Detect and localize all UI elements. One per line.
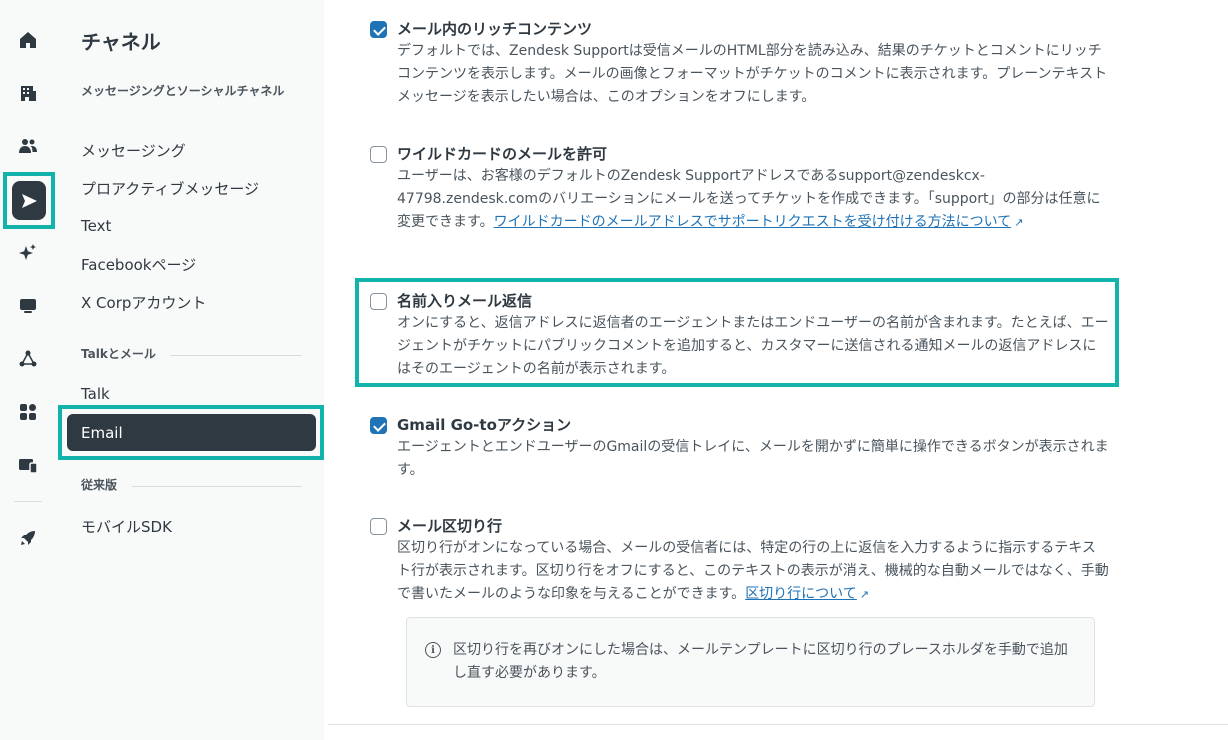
mail-delimiter-checkbox[interactable] xyxy=(370,518,387,535)
rail-divider xyxy=(14,501,42,502)
workspace-icon[interactable] xyxy=(8,286,48,326)
nav-item-email-label: Email xyxy=(67,414,316,451)
named-reply-checkbox[interactable] xyxy=(370,293,387,310)
nav-item-text[interactable]: Text xyxy=(81,217,111,235)
option-title: 名前入りメール返信 xyxy=(397,292,533,310)
nav-section-legacy: 従来版 xyxy=(81,478,118,492)
nav-item-talk[interactable]: Talk xyxy=(81,385,110,403)
nav-item-messaging[interactable]: メッセージング xyxy=(81,140,186,161)
option-title: メール内のリッチコンテンツ xyxy=(397,20,593,38)
building-icon[interactable] xyxy=(8,73,48,113)
nav-section-talk-email: Talkとメール xyxy=(81,347,156,361)
apps-icon[interactable] xyxy=(8,392,48,432)
delimiter-info-box: i 区切り行を再びオンにした場合は、メールテンプレートに区切り行のプレースホルダ… xyxy=(406,617,1095,707)
option-description: エージェントとエンドユーザーのGmailの受信トレイに、メールを開かずに簡単に操… xyxy=(397,439,1109,478)
nav-item-facebook[interactable]: Facebookページ xyxy=(81,254,196,275)
nav-item-mobile-sdk[interactable]: モバイルSDK xyxy=(81,516,172,537)
option-title: メール区切り行 xyxy=(397,517,503,535)
section-divider xyxy=(170,355,302,356)
option-description: 区切り行がオンになっている場合、メールの受信者には、特定の行の上に返信を入力する… xyxy=(397,537,1109,606)
sparkle-icon[interactable] xyxy=(8,233,48,273)
external-link-icon: ↗ xyxy=(859,588,869,601)
nav-title: チャネル xyxy=(81,30,161,54)
wildcard-email-checkbox[interactable] xyxy=(370,146,387,163)
info-icon: i xyxy=(425,642,441,658)
nav-item-email[interactable]: Email xyxy=(58,405,324,460)
gmail-goto-checkbox[interactable] xyxy=(370,417,387,434)
nav-item-x-corp[interactable]: X Corpアカウント xyxy=(81,292,206,313)
channels-icon xyxy=(12,181,46,220)
wildcard-help-link[interactable]: ワイルドカードのメールアドレスでサポートリクエストを受け付ける方法について xyxy=(494,214,1012,230)
option-title: Gmail Go-toアクション xyxy=(397,416,572,434)
option-description: ユーザーは、お客様のデフォルトのZendesk Supportアドレスであるsu… xyxy=(397,165,1109,234)
rocket-icon[interactable] xyxy=(8,518,48,558)
option-description: デフォルトでは、Zendesk Supportは受信メールのHTML部分を読み込… xyxy=(397,43,1108,105)
nav-section-messaging: メッセージングとソーシャルチャネル xyxy=(81,84,285,98)
option-description: オンにすると、返信アドレスに返信者のエージェントまたはエンドユーザーの名前が含ま… xyxy=(397,315,1109,377)
home-icon[interactable] xyxy=(8,20,48,60)
option-title: ワイルドカードのメールを許可 xyxy=(397,145,608,163)
devices-icon[interactable] xyxy=(8,445,48,485)
rich-content-checkbox[interactable] xyxy=(370,21,387,38)
rail-item-channels[interactable] xyxy=(3,172,55,229)
external-link-icon: ↗ xyxy=(1014,216,1024,229)
users-icon[interactable] xyxy=(8,126,48,166)
footer-divider xyxy=(328,724,1228,725)
icon-rail xyxy=(0,0,58,740)
delimiter-help-link[interactable]: 区切り行について xyxy=(745,586,857,602)
channels-nav: チャネル メッセージングとソーシャルチャネル メッセージング プロアクティブメッ… xyxy=(58,0,324,740)
nav-item-proactive-messages[interactable]: プロアクティブメッセージ xyxy=(81,178,259,199)
objects-icon[interactable] xyxy=(8,339,48,379)
info-text: 区切り行を再びオンにした場合は、メールテンプレートに区切り行のプレースホルダを手… xyxy=(453,642,1068,681)
section-divider xyxy=(132,486,302,487)
